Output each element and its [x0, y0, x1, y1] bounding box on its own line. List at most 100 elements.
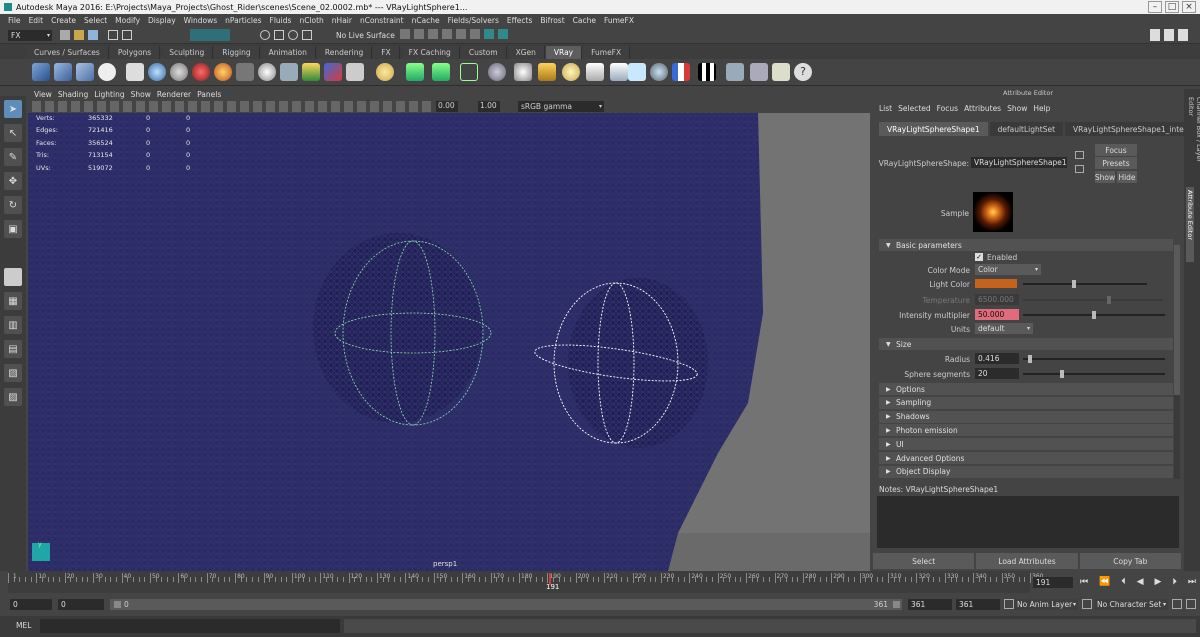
menu-fumefx[interactable]: FumeFX — [604, 16, 634, 25]
playback-controls[interactable]: ⏮ ⏪ ⏴ ◀ ▶ ⏵ ⏭ — [1080, 577, 1196, 588]
menu-nhair[interactable]: nHair — [332, 16, 352, 25]
bulb-icon[interactable] — [772, 63, 790, 81]
graph-view-icon[interactable]: ▧ — [4, 364, 22, 382]
field-a[interactable]: 0.00 — [436, 101, 458, 112]
outliner-view-icon[interactable]: ▤ — [4, 340, 22, 358]
ae-menu-list[interactable]: List — [879, 104, 892, 113]
shelf-tab-fx[interactable]: FX — [373, 46, 400, 59]
menu-nconstraint[interactable]: nConstraint — [360, 16, 404, 25]
range-bar[interactable]: 0 361 — [110, 599, 902, 610]
ae-tab-0[interactable]: VRayLightSphereShape1 — [879, 122, 988, 136]
presets-button[interactable]: Presets — [1095, 157, 1137, 169]
move-tool-icon[interactable]: ✥ — [4, 172, 22, 190]
vray-vfb-icon[interactable] — [76, 63, 94, 81]
go-output-icon[interactable] — [1075, 165, 1084, 173]
maximize-icon[interactable]: □ — [1165, 1, 1179, 13]
section-options[interactable]: ▶ Options — [879, 383, 1173, 395]
menu-nparticles[interactable]: nParticles — [225, 16, 261, 25]
menu-fluids[interactable]: Fluids — [270, 16, 292, 25]
command-input[interactable] — [40, 619, 340, 633]
menu-effects[interactable]: Effects — [507, 16, 533, 25]
menuset-dropdown[interactable]: FX ▾ — [8, 30, 52, 41]
light-color-slider[interactable] — [1023, 283, 1147, 285]
section-photon-emission[interactable]: ▶ Photon emission — [879, 424, 1173, 437]
current-frame-field[interactable]: 191 — [1033, 577, 1073, 588]
menu-edit[interactable]: Edit — [29, 16, 44, 25]
anim-layer-dropdown[interactable]: No Anim Layer ▾ — [1014, 599, 1078, 610]
viewport-menu-show[interactable]: Show — [131, 90, 151, 99]
shelf-tab-polygons[interactable]: Polygons — [109, 46, 161, 59]
render-icons[interactable] — [400, 29, 510, 41]
section-sampling[interactable]: ▶ Sampling — [879, 396, 1173, 409]
sphere-icon[interactable] — [258, 63, 276, 81]
ae-load-attributes-button[interactable]: Load Attributes — [976, 553, 1078, 569]
vray-render-icon[interactable] — [32, 63, 50, 81]
minimize-icon[interactable]: – — [1148, 1, 1162, 13]
shelf-tab-rendering[interactable]: Rendering — [316, 46, 373, 59]
units-dropdown[interactable]: default ▾ — [975, 323, 1033, 334]
ae-scrollbar[interactable] — [1174, 245, 1180, 479]
ae-menu-attributes[interactable]: Attributes — [964, 104, 1001, 113]
section-object-display[interactable]: ▶ Object Display — [879, 465, 1173, 478]
shelf-tab-rigging[interactable]: Rigging — [214, 46, 260, 59]
viewport-menu-lighting[interactable]: Lighting — [94, 90, 124, 99]
shelf-tab-fumefx[interactable]: FumeFX — [583, 46, 631, 59]
viewport-tool-icons[interactable] — [32, 101, 432, 112]
hide-button[interactable]: Hide — [1117, 171, 1137, 183]
section-advanced-options[interactable]: ▶ Advanced Options — [879, 452, 1173, 464]
shelf-tab-fxcaching[interactable]: FX Caching — [400, 46, 460, 59]
proxy-icon[interactable] — [280, 63, 298, 81]
half-sphere-icon[interactable] — [514, 63, 532, 81]
attribute-editor-tab[interactable]: Attribute Editor — [1186, 187, 1194, 262]
character-set-dropdown[interactable]: No Character Set ▾ — [1094, 599, 1168, 610]
anim-layer-icon[interactable] — [1004, 599, 1014, 609]
single-view-icon[interactable] — [4, 268, 22, 286]
light-material-icon[interactable] — [192, 63, 210, 81]
four-view-icon[interactable]: ▦ — [4, 292, 22, 310]
intensity-knob[interactable] — [1092, 311, 1096, 319]
sun-icon[interactable] — [650, 63, 668, 81]
select-tool-icon[interactable]: ➤ — [4, 100, 22, 118]
menu-ncache[interactable]: nCache — [412, 16, 440, 25]
ae-menu-focus[interactable]: Focus — [937, 104, 958, 113]
focus-button[interactable]: Focus — [1095, 144, 1137, 156]
material-icon[interactable] — [126, 63, 144, 81]
checker-icon[interactable] — [698, 63, 716, 81]
size-section[interactable]: ▼ Size — [879, 338, 1173, 350]
frame-buffer-icon[interactable] — [726, 63, 744, 81]
vray-ipr-icon[interactable] — [54, 63, 72, 81]
segments-slider[interactable] — [1023, 373, 1165, 375]
shelf-tab-sculpting[interactable]: Sculpting — [161, 46, 214, 59]
hair-icon[interactable] — [346, 63, 364, 81]
radius-field[interactable]: 0.416 — [975, 353, 1019, 364]
fur-icon[interactable] — [324, 63, 342, 81]
scale-tool-icon[interactable]: ▣ — [4, 220, 22, 238]
color-space-dropdown[interactable]: sRGB gamma ▾ — [518, 101, 604, 112]
basic-parameters-section[interactable]: ▼ Basic parameters — [879, 239, 1173, 251]
sphere-material-icon[interactable] — [148, 63, 166, 81]
viewport-menu-panels[interactable]: Panels — [197, 90, 221, 99]
file-icons[interactable] — [60, 30, 180, 41]
menu-fieldssolvers[interactable]: Fields/Solvers — [448, 16, 499, 25]
shelf-tab-curvessurfaces[interactable]: Curves / Surfaces — [26, 46, 109, 59]
playback-end-field[interactable]: 361 — [908, 599, 952, 610]
intensity-field[interactable]: 50.000 — [975, 309, 1019, 320]
live-surface-label[interactable]: No Live Surface — [336, 30, 396, 41]
paint-select-icon[interactable]: ✎ — [4, 148, 22, 166]
close-icon[interactable]: × — [1182, 1, 1196, 13]
segments-knob[interactable] — [1060, 370, 1064, 378]
ae-tab-1[interactable]: defaultLightSet — [989, 122, 1064, 136]
color-mode-dropdown[interactable]: Color ▾ — [975, 264, 1041, 275]
viewport-menu-shading[interactable]: Shading — [58, 90, 88, 99]
rect-light-icon[interactable] — [610, 63, 628, 81]
radius-slider[interactable] — [1023, 358, 1165, 360]
grass-icon[interactable] — [406, 63, 424, 81]
section-ui[interactable]: ▶ UI — [879, 438, 1173, 451]
dome-light-icon[interactable] — [376, 63, 394, 81]
shelf-tab-custom[interactable]: Custom — [460, 46, 507, 59]
settings-icon[interactable] — [750, 63, 768, 81]
fire-icon[interactable] — [214, 63, 232, 81]
shelf-tab-vray[interactable]: VRay — [545, 46, 583, 59]
snap-icons[interactable] — [260, 30, 330, 41]
ae-menu-help[interactable]: Help — [1033, 104, 1050, 113]
